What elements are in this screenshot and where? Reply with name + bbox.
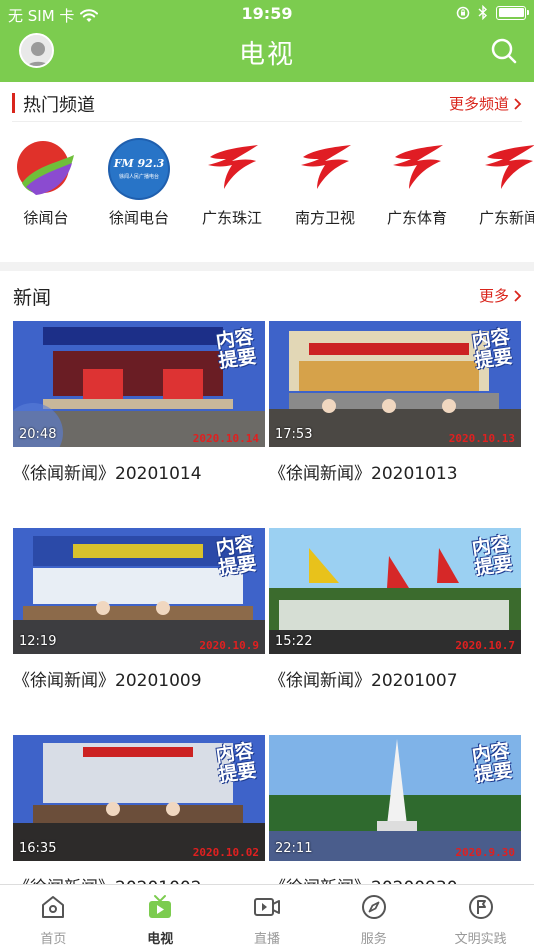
- channel-item[interactable]: 南方卫视: [280, 136, 370, 228]
- news-header: 新闻 更多: [13, 281, 522, 311]
- tab-label: 直播: [253, 932, 280, 947]
- video-date: 2020.10.13: [448, 432, 515, 445]
- guangdong-tv-logo: [476, 136, 534, 202]
- channel-name: 南方卫视: [294, 209, 355, 227]
- more-channels-link[interactable]: 更多频道: [449, 93, 522, 114]
- channel-name: 徐闻电台: [108, 209, 169, 227]
- status-time: 19:59: [241, 4, 293, 23]
- news-card-title: 《徐闻新闻》20201013: [269, 464, 458, 484]
- tab-label: 首页: [40, 932, 67, 947]
- news-card[interactable]: 内容提要 20:48 2020.10.14 《徐闻新闻》20201014: [13, 321, 265, 484]
- xuwen-tv-logo: [13, 136, 79, 202]
- video-date: 2020.10.02: [192, 846, 259, 859]
- channel-item[interactable]: FM 92.3 徐闻人民广播电台 徐闻电台: [94, 136, 184, 228]
- flag-icon: [468, 895, 493, 919]
- tab-label: 服务: [360, 932, 387, 947]
- tab-tv[interactable]: 电视: [107, 885, 214, 950]
- channel-item[interactable]: 广东新闻: [464, 136, 534, 228]
- tab-service[interactable]: 服务: [320, 885, 427, 950]
- xuwen-radio-logo: FM 92.3 徐闻人民广播电台: [106, 136, 172, 202]
- tv-icon: [149, 895, 172, 918]
- channel-name: 广东体育: [386, 209, 447, 227]
- tab-label: 文明实践: [454, 932, 507, 947]
- video-duration: 22:11: [275, 841, 313, 856]
- news-card-title: 《徐闻新闻》20201009: [13, 671, 202, 691]
- news-card[interactable]: 内容提要 12:19 2020.10.9 《徐闻新闻》20201009: [13, 528, 265, 691]
- more-channels-label: 更多频道: [448, 95, 509, 113]
- orientation-lock-icon: [456, 6, 470, 19]
- status-bar: 无 SIM 卡 19:59: [0, 0, 534, 28]
- video-date: 2020.10.7: [455, 639, 515, 652]
- guangdong-tv-logo: [199, 136, 265, 202]
- app: 无 SIM 卡 19:59 电视 热门频道 更多频道 徐闻台 FM 92.3 徐…: [0, 0, 534, 950]
- video-duration: 17:53: [275, 427, 313, 442]
- news-card[interactable]: 内容提要 22:11 2020.9.30 《徐闻新闻》20200930: [269, 735, 521, 898]
- news-thumbnail: 内容提要 22:11 2020.9.30: [269, 735, 521, 861]
- video-date: 2020.9.30: [455, 846, 515, 859]
- news-thumbnail: 内容提要 17:53 2020.10.13: [269, 321, 521, 447]
- home-icon: [42, 896, 65, 918]
- compass-icon: [361, 895, 386, 919]
- radio-logo-text: FM 92.3: [113, 157, 165, 170]
- news-thumbnail: 内容提要 15:22 2020.10.7: [269, 528, 521, 654]
- news-card[interactable]: 内容提要 16:35 2020.10.02 《徐闻新闻》20201002: [13, 735, 265, 898]
- news-card[interactable]: 内容提要 17:53 2020.10.13 《徐闻新闻》20201013: [269, 321, 521, 484]
- news-card[interactable]: 内容提要 15:22 2020.10.7 《徐闻新闻》20201007: [269, 528, 521, 691]
- search-icon[interactable]: [490, 37, 518, 65]
- top-header: 无 SIM 卡 19:59 电视: [0, 0, 534, 82]
- section-marker: [12, 93, 15, 113]
- video-date: 2020.10.14: [192, 432, 259, 445]
- guangdong-tv-logo: [384, 136, 450, 202]
- channel-name: 广东新闻: [478, 209, 534, 227]
- news-card-title: 《徐闻新闻》20201014: [13, 464, 202, 484]
- more-news-link[interactable]: 更多: [479, 285, 522, 306]
- battery-icon: [496, 5, 529, 20]
- channel-list: 徐闻台 FM 92.3 徐闻人民广播电台 徐闻电台 广东珠江 南方卫视 广东体育…: [0, 136, 534, 236]
- channel-item[interactable]: 广东珠江: [187, 136, 277, 228]
- news-card-title: 《徐闻新闻》20201007: [269, 671, 458, 691]
- video-date: 2020.10.9: [199, 639, 259, 652]
- video-duration: 12:19: [19, 634, 57, 649]
- hot-channels-section: 热门频道 更多频道 徐闻台 FM 92.3 徐闻人民广播电台 徐闻电台 广东珠江…: [0, 82, 534, 227]
- video-duration: 20:48: [19, 427, 57, 442]
- channel-name: 徐闻台: [23, 209, 69, 227]
- bluetooth-icon: [478, 5, 488, 20]
- channel-name: 广东珠江: [201, 209, 262, 227]
- tab-civilization-practice[interactable]: 文明实践: [427, 885, 534, 950]
- section-divider: [0, 262, 534, 271]
- tab-home[interactable]: 首页: [0, 885, 107, 950]
- live-icon: [253, 898, 280, 916]
- bottom-tab-bar: 首页 电视 直播 服务 文明实践: [0, 884, 534, 950]
- channel-item[interactable]: 徐闻台: [1, 136, 91, 228]
- page-title: 电视: [238, 40, 295, 70]
- radio-logo-subtext: 徐闻人民广播电台: [119, 173, 159, 180]
- guangdong-tv-logo: [292, 136, 358, 202]
- news-thumbnail: 内容提要 12:19 2020.10.9: [13, 528, 265, 654]
- more-news-label: 更多: [478, 287, 509, 305]
- status-right: [456, 5, 529, 20]
- hot-channels-title: 热门频道: [23, 95, 95, 116]
- news-thumbnail: 内容提要 16:35 2020.10.02: [13, 735, 265, 861]
- video-duration: 15:22: [275, 634, 313, 649]
- tab-label: 电视: [147, 932, 174, 947]
- channel-item[interactable]: 广东体育: [372, 136, 462, 228]
- chevron-right-icon: [514, 97, 522, 110]
- news-section-title: 新闻: [13, 287, 52, 309]
- tab-live[interactable]: 直播: [214, 885, 321, 950]
- hot-channels-header: 热门频道 更多频道: [12, 82, 522, 122]
- news-thumbnail: 内容提要 20:48 2020.10.14: [13, 321, 265, 447]
- chevron-right-icon: [514, 289, 522, 302]
- video-duration: 16:35: [19, 841, 57, 856]
